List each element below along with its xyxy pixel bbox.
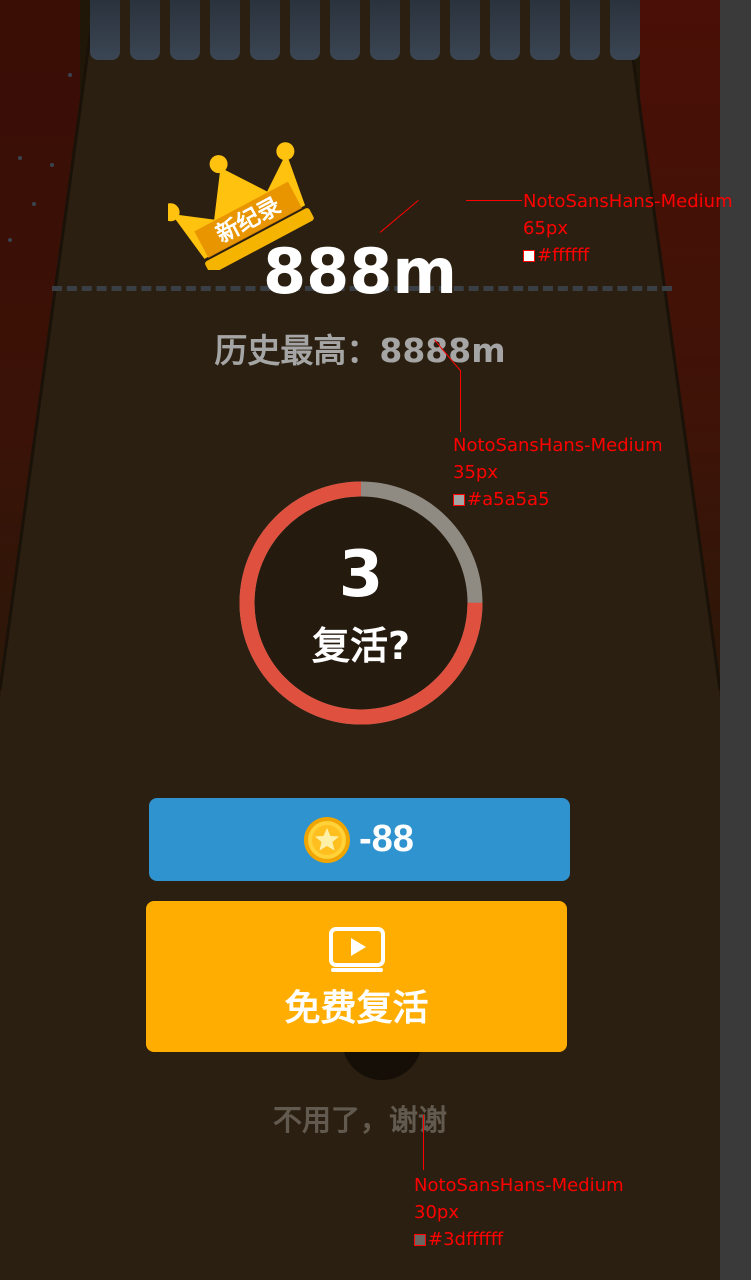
annotation-leader bbox=[423, 1115, 424, 1170]
pin bbox=[330, 0, 360, 60]
gold-star-coin-icon bbox=[304, 817, 350, 863]
annotation-distance: NotoSansHans-Medium 65px #ffffff bbox=[523, 188, 733, 269]
annotation-best: NotoSansHans-Medium 35px #a5a5a5 bbox=[453, 432, 663, 513]
pin-rack bbox=[90, 0, 640, 70]
annotation-color: #3dffffff bbox=[428, 1229, 504, 1250]
annotation-font: NotoSansHans-Medium bbox=[414, 1175, 624, 1196]
pin bbox=[370, 0, 400, 60]
coin-revive-button[interactable]: -88 bbox=[149, 798, 570, 881]
annotation-size: 65px bbox=[523, 218, 568, 239]
free-revive-label: 免费复活 bbox=[284, 987, 429, 1028]
annotation-font: NotoSansHans-Medium bbox=[523, 191, 733, 212]
annotation-color: #ffffff bbox=[537, 245, 590, 266]
game-over-screen: 新纪录 888m 历史最高：8888m 3 复活? -88 免费复活 不用了，谢… bbox=[0, 0, 751, 1280]
pin bbox=[90, 0, 120, 60]
annotation-font: NotoSansHans-Medium bbox=[453, 435, 663, 456]
best-score: 历史最高：8888m bbox=[214, 331, 506, 370]
annotation-size: 35px bbox=[453, 462, 498, 483]
pin bbox=[250, 0, 280, 60]
countdown-number: 3 bbox=[338, 538, 384, 612]
annotation-no-thanks: NotoSansHans-Medium 30px #3dffffff bbox=[414, 1172, 624, 1253]
annotation-size: 30px bbox=[414, 1202, 459, 1223]
annotation-leader bbox=[460, 370, 461, 432]
annotation-leader bbox=[466, 200, 522, 201]
no-thanks-link[interactable]: 不用了，谢谢 bbox=[200, 1098, 520, 1142]
pin bbox=[450, 0, 480, 60]
coin-revive-cost: -88 bbox=[359, 818, 414, 860]
video-play-icon bbox=[329, 927, 385, 972]
annotation-color: #a5a5a5 bbox=[467, 489, 550, 510]
pin bbox=[490, 0, 520, 60]
pin bbox=[130, 0, 160, 60]
pin bbox=[610, 0, 640, 60]
pin bbox=[290, 0, 320, 60]
revive-prompt: 复活? bbox=[311, 624, 411, 668]
pin bbox=[210, 0, 240, 60]
free-revive-button[interactable]: 免费复活 bbox=[146, 901, 567, 1052]
pin bbox=[170, 0, 200, 60]
pin bbox=[410, 0, 440, 60]
pin bbox=[570, 0, 600, 60]
pin bbox=[530, 0, 560, 60]
distance-score: 888m bbox=[262, 235, 458, 308]
